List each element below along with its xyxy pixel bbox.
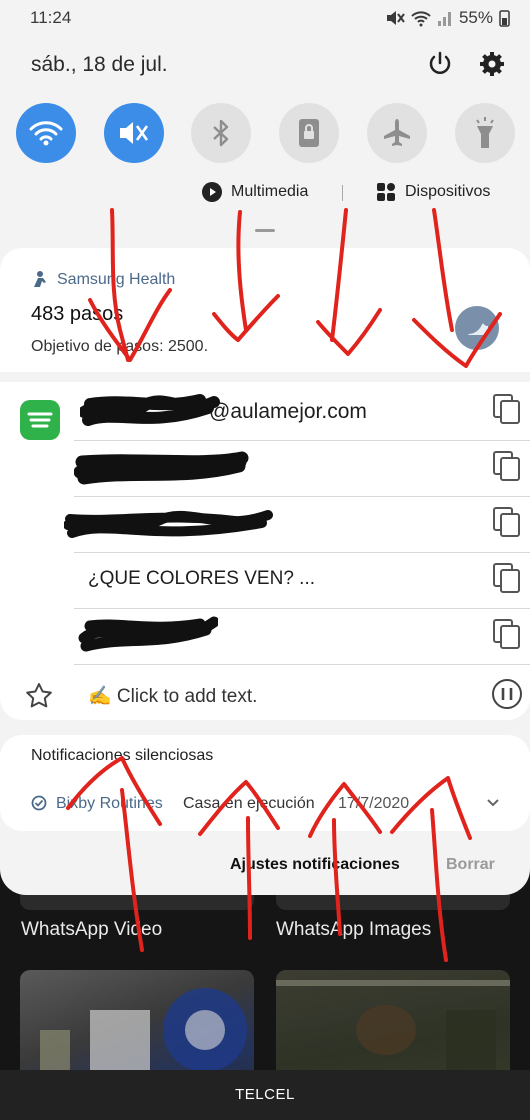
clipboard-item-text: @aulamejor.com [209,400,367,423]
chevron-down-icon[interactable] [486,798,500,808]
wifi-icon [29,121,63,146]
flashlight-toggle[interactable] [455,103,515,163]
copy-icon[interactable] [492,393,522,425]
clipboard-item[interactable] [74,608,530,665]
clipboard-app-icon [20,400,60,440]
clipboard-item[interactable] [74,496,530,553]
sound-mute-toggle[interactable] [104,103,164,163]
date-label: sáb., 18 de jul. [31,53,168,76]
notification-settings-button[interactable]: Ajustes notificaciones [230,856,400,874]
devices-button[interactable]: Dispositivos [376,182,490,202]
samsung-health-app-name: Samsung Health [57,271,176,288]
clipboard-item[interactable] [74,440,530,497]
steps-count: 483 pasos [31,303,124,325]
wifi-toggle[interactable] [16,103,76,163]
devices-label: Dispositivos [405,183,491,200]
multimedia-button[interactable]: Multimedia [202,182,308,202]
battery-percent: 55% [458,8,493,27]
silent-title: Notificaciones silenciosas [31,747,214,764]
clear-button[interactable]: Borrar [446,856,495,874]
bluetooth-toggle[interactable] [191,103,251,163]
rotation-lock-toggle[interactable] [279,103,339,163]
flashlight-icon [476,117,494,148]
copy-icon[interactable] [492,506,522,538]
copy-icon[interactable] [492,562,522,594]
shoe-button[interactable] [455,306,499,350]
airplane-icon [384,119,410,146]
media-devices-bar: Multimedia Dispositivos [0,182,530,206]
lock-rotation-icon [299,119,319,147]
add-text-button[interactable]: ✍ Click to add text. [88,684,257,708]
star-icon[interactable] [25,682,53,710]
list-lines-icon [27,412,53,428]
clipboard-item[interactable]: ¿QUE COLORES VEN? ... [74,552,530,609]
wifi-status-icon [411,11,431,27]
whatsapp-video-label[interactable]: WhatsApp Video [21,919,162,941]
airplane-toggle[interactable] [367,103,427,163]
signal-status-icon [437,12,451,26]
steps-goal: Objetivo de pasos: 2500. [31,338,209,355]
mute-status-icon [386,11,405,25]
vibrate-mute-icon [120,122,149,144]
bluetooth-icon [213,119,229,147]
notification-panel: 11:24 55% sáb., 18 de jul. Multimedia Di… [0,0,530,895]
power-icon[interactable] [426,50,454,78]
settings-gear-icon[interactable] [478,50,506,78]
bixby-message: Casa en ejecución [183,795,315,812]
shoe-icon [468,323,488,335]
copy-icon[interactable] [492,618,522,650]
devices-grid-icon [377,183,395,201]
bixby-date: 17/7/2020 [338,795,410,812]
status-icons: 55% [385,8,510,28]
drag-handle[interactable] [255,229,275,232]
pause-icon[interactable] [491,678,523,710]
carrier-label: TELCEL [235,1086,295,1103]
bixby-app-name: Bixby Routines [56,795,163,812]
samsung-health-icon [34,271,46,287]
status-bar: 11:24 55% [30,6,510,30]
play-circle-icon [202,182,222,202]
status-time: 11:24 [30,8,72,27]
bixby-routines-notification[interactable]: Bixby Routines Casa en ejecución 17/7/20… [0,778,530,830]
battery-icon [499,10,510,27]
multimedia-label: Multimedia [231,183,309,200]
bixby-routines-icon [31,795,47,811]
whatsapp-images-label[interactable]: WhatsApp Images [276,919,431,941]
copy-icon[interactable] [492,450,522,482]
media-divider [342,185,343,201]
clipboard-item-text: ¿QUE COLORES VEN? ... [88,568,315,589]
clipboard-item[interactable]: @aulamejor.com [74,384,530,441]
